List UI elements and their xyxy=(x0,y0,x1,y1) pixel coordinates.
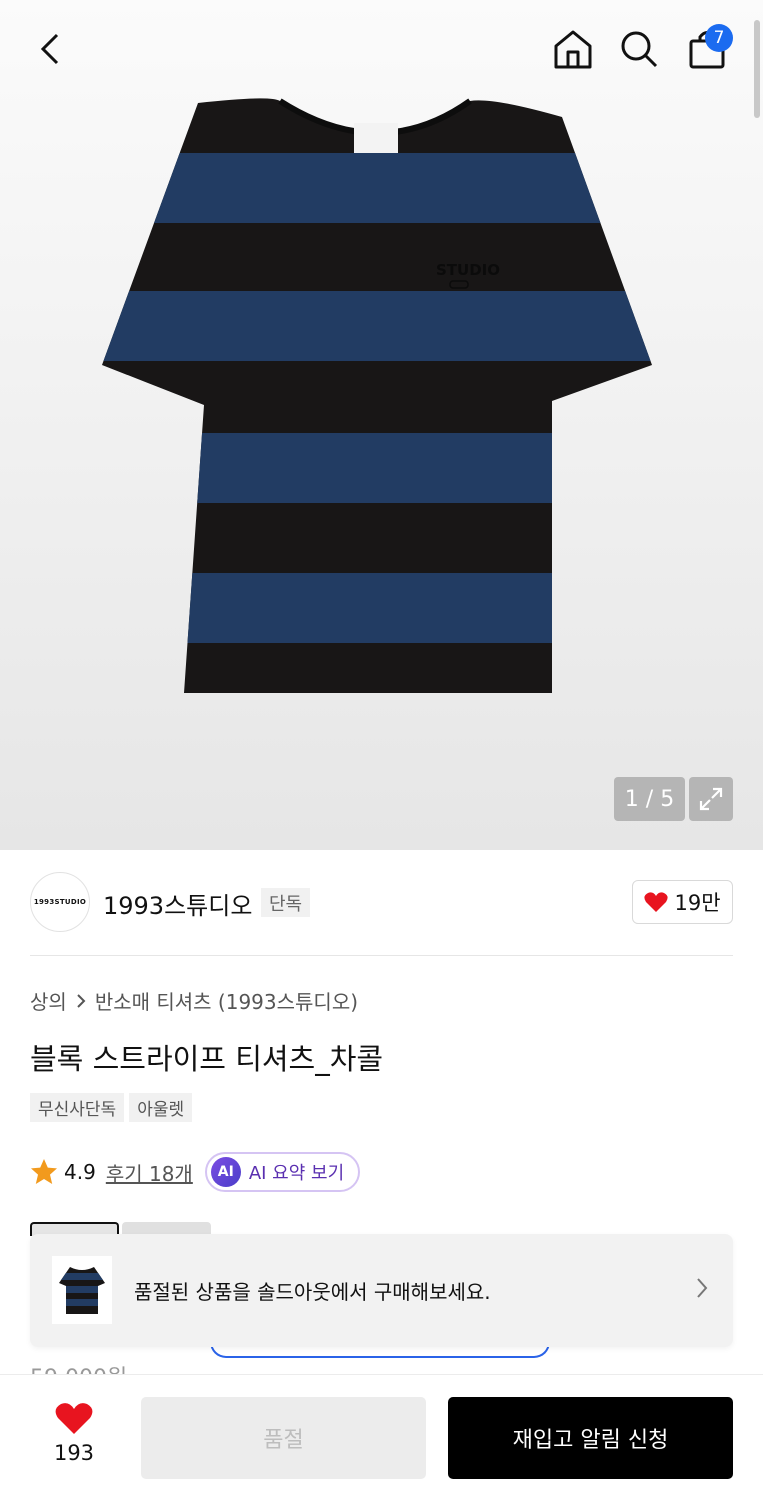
striped-tshirt-icon xyxy=(59,1267,105,1314)
banner-thumbnail xyxy=(52,1256,112,1324)
tag-musinsa-exclusive: 무신사단독 xyxy=(30,1093,125,1122)
product-tags: 무신사단독 아울렛 xyxy=(30,1093,193,1122)
breadcrumb: 상의 반소매 티셔츠 (1993스튜디오) xyxy=(30,986,358,1015)
banner-text: 품절된 상품을 솔드아웃에서 구매해보세요. xyxy=(134,1280,491,1304)
restock-alert-button[interactable]: 재입고 알림 신청 xyxy=(448,1397,733,1479)
product-title: 블록 스트라이프 티셔츠_차콜 xyxy=(30,1042,384,1076)
chevron-left-icon xyxy=(40,33,59,65)
scrollbar[interactable] xyxy=(754,20,760,118)
tag-outlet: 아울렛 xyxy=(129,1093,193,1122)
exclusive-badge: 단독 xyxy=(261,888,311,917)
product-gallery[interactable]: STUDIO 7 1 / 5 xyxy=(0,0,763,850)
rating-row: 4.9 후기 18개 AI AI 요약 보기 xyxy=(30,1152,361,1192)
brand-row[interactable]: 1993STUDIO 1993스튜디오 단독 19만 xyxy=(30,872,733,932)
search-button[interactable] xyxy=(614,24,664,74)
bottom-action-bar: 193 품절 재입고 알림 신청 xyxy=(0,1374,763,1500)
review-link[interactable]: 후기 18개 xyxy=(106,1158,193,1187)
breadcrumb-subcategory[interactable]: 반소매 티셔츠 (1993스튜디오) xyxy=(95,986,358,1015)
ai-icon: AI xyxy=(210,1157,241,1187)
home-button[interactable] xyxy=(548,24,598,74)
home-icon xyxy=(554,30,592,69)
svg-text:STUDIO: STUDIO xyxy=(436,261,500,279)
chevron-right-icon xyxy=(697,1278,708,1298)
expand-button[interactable] xyxy=(689,777,733,821)
chevron-right-icon xyxy=(77,993,86,1008)
heart-icon xyxy=(644,892,669,912)
ai-summary-label: AI 요약 보기 xyxy=(248,1163,345,1184)
brand-like-button[interactable]: 19만 xyxy=(632,880,733,924)
like-button[interactable]: 193 xyxy=(30,1401,118,1465)
soldout-button[interactable]: 품절 xyxy=(141,1397,426,1479)
ai-summary-button[interactable]: AI AI 요약 보기 xyxy=(204,1152,361,1192)
soldout-banner[interactable]: 품절된 상품을 솔드아웃에서 구매해보세요. xyxy=(30,1234,733,1347)
cart-count-badge: 7 xyxy=(705,24,733,52)
image-pager: 1 / 5 xyxy=(614,777,685,821)
divider xyxy=(30,955,733,956)
star-icon xyxy=(31,1159,57,1184)
search-icon xyxy=(621,31,658,68)
back-button[interactable] xyxy=(26,24,76,74)
brand-like-count: 19만 xyxy=(674,891,721,915)
rating-value: 4.9 xyxy=(64,1160,96,1184)
expand-icon xyxy=(699,787,723,811)
brand-name[interactable]: 1993스튜디오 xyxy=(103,886,252,921)
brand-logo[interactable]: 1993STUDIO xyxy=(30,872,90,932)
heart-icon xyxy=(55,1403,93,1434)
breadcrumb-category[interactable]: 상의 xyxy=(30,986,67,1015)
like-count: 193 xyxy=(53,1441,95,1465)
product-image: STUDIO xyxy=(102,98,652,693)
